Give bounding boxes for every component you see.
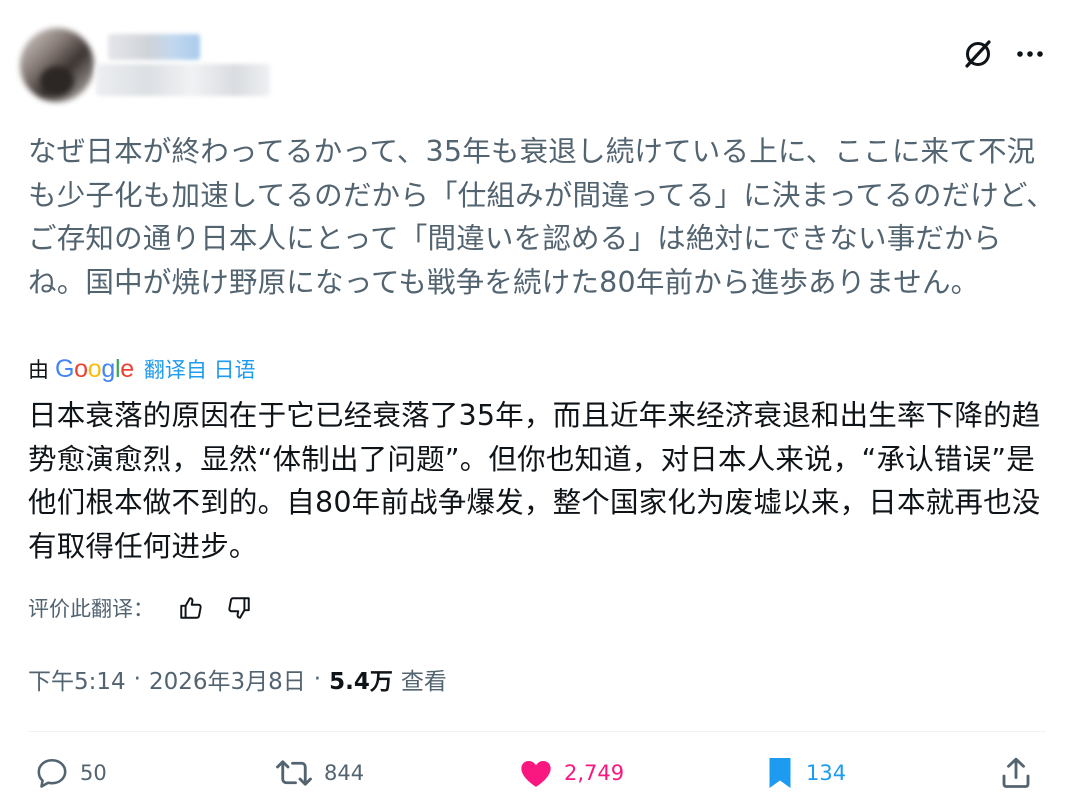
bookmark-count: 134 <box>806 761 847 785</box>
heart-icon <box>521 761 551 787</box>
google-logo: Google <box>55 354 134 383</box>
translated-from-language-link[interactable]: 翻译自 日语 <box>144 354 256 384</box>
post-time[interactable]: 下午5:14 <box>28 662 126 696</box>
meta-separator: · <box>313 666 322 692</box>
post-meta: 下午5:14 · 2026年3月8日 · 5.4万 查看 <box>28 660 447 698</box>
translated-post-text: 日本衰落的原因在于它已经衰落了35年，而且近年来经济衰退和出生率下降的趋势愈演愈… <box>28 399 1041 563</box>
display-name-redacted[interactable] <box>108 34 200 60</box>
share-button[interactable] <box>998 752 1034 794</box>
grok-icon <box>965 40 991 68</box>
meta-separator: · <box>133 666 141 692</box>
translated-by-label: 由 <box>28 358 49 382</box>
views-count: 5.4万 <box>329 669 393 695</box>
reply-button[interactable]: 50 <box>34 752 107 794</box>
thumbs-down-icon <box>228 597 250 619</box>
more-button[interactable] <box>1010 36 1050 72</box>
original-post-text: なぜ日本が終わってるかって、35年も衰退し続けている上に、ここに来て不況も少子化… <box>28 135 1055 299</box>
thumbs-up-icon <box>180 597 202 619</box>
handle-redacted[interactable] <box>96 64 270 96</box>
divider <box>28 731 1046 732</box>
more-icon <box>1017 51 1043 57</box>
rate-translation-label: 评价此翻译： <box>28 597 154 621</box>
repost-count: 844 <box>324 761 365 785</box>
grok-button[interactable] <box>960 36 996 72</box>
reply-count: 50 <box>80 761 107 785</box>
translation-attribution: 由 Google 翻译自 日语 <box>28 352 256 386</box>
views-label: 查看 <box>400 669 447 695</box>
like-count: 2,749 <box>564 761 625 785</box>
bookmark-icon <box>769 758 791 788</box>
reply-icon <box>37 758 67 788</box>
share-icon <box>1002 757 1030 788</box>
thumbs-down-button[interactable] <box>222 591 256 625</box>
bookmark-button[interactable]: 134 <box>764 752 846 794</box>
repost-icon <box>276 760 312 786</box>
like-button[interactable]: 2,749 <box>518 752 624 794</box>
tweet: なぜ日本が終わってるかって、35年も衰退し続けている上に、ここに来て不況も少子化… <box>0 0 1082 804</box>
avatar[interactable] <box>20 28 94 102</box>
thumbs-up-button[interactable] <box>174 591 208 625</box>
rate-translation: 评价此翻译： <box>28 590 270 626</box>
post-date[interactable]: 2026年3月8日 <box>149 662 306 696</box>
repost-button[interactable]: 844 <box>274 752 364 794</box>
